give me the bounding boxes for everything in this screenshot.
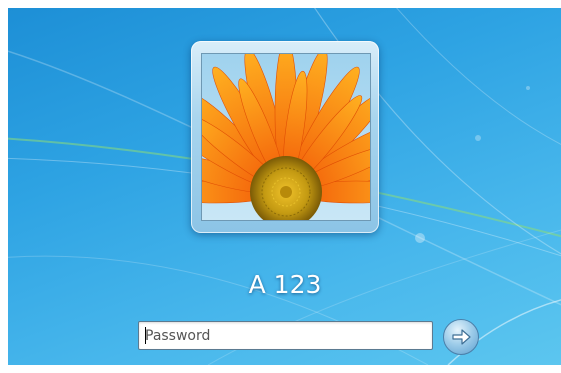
password-input[interactable] [138, 321, 433, 350]
user-picture [201, 53, 371, 221]
text-caret [145, 327, 146, 344]
flower-image [202, 54, 370, 220]
submit-button[interactable] [443, 319, 479, 355]
user-tile[interactable] [191, 41, 379, 233]
arrow-right-icon [452, 329, 471, 345]
user-name: A 123 [248, 270, 322, 299]
login-screen: A 123 [8, 8, 561, 365]
